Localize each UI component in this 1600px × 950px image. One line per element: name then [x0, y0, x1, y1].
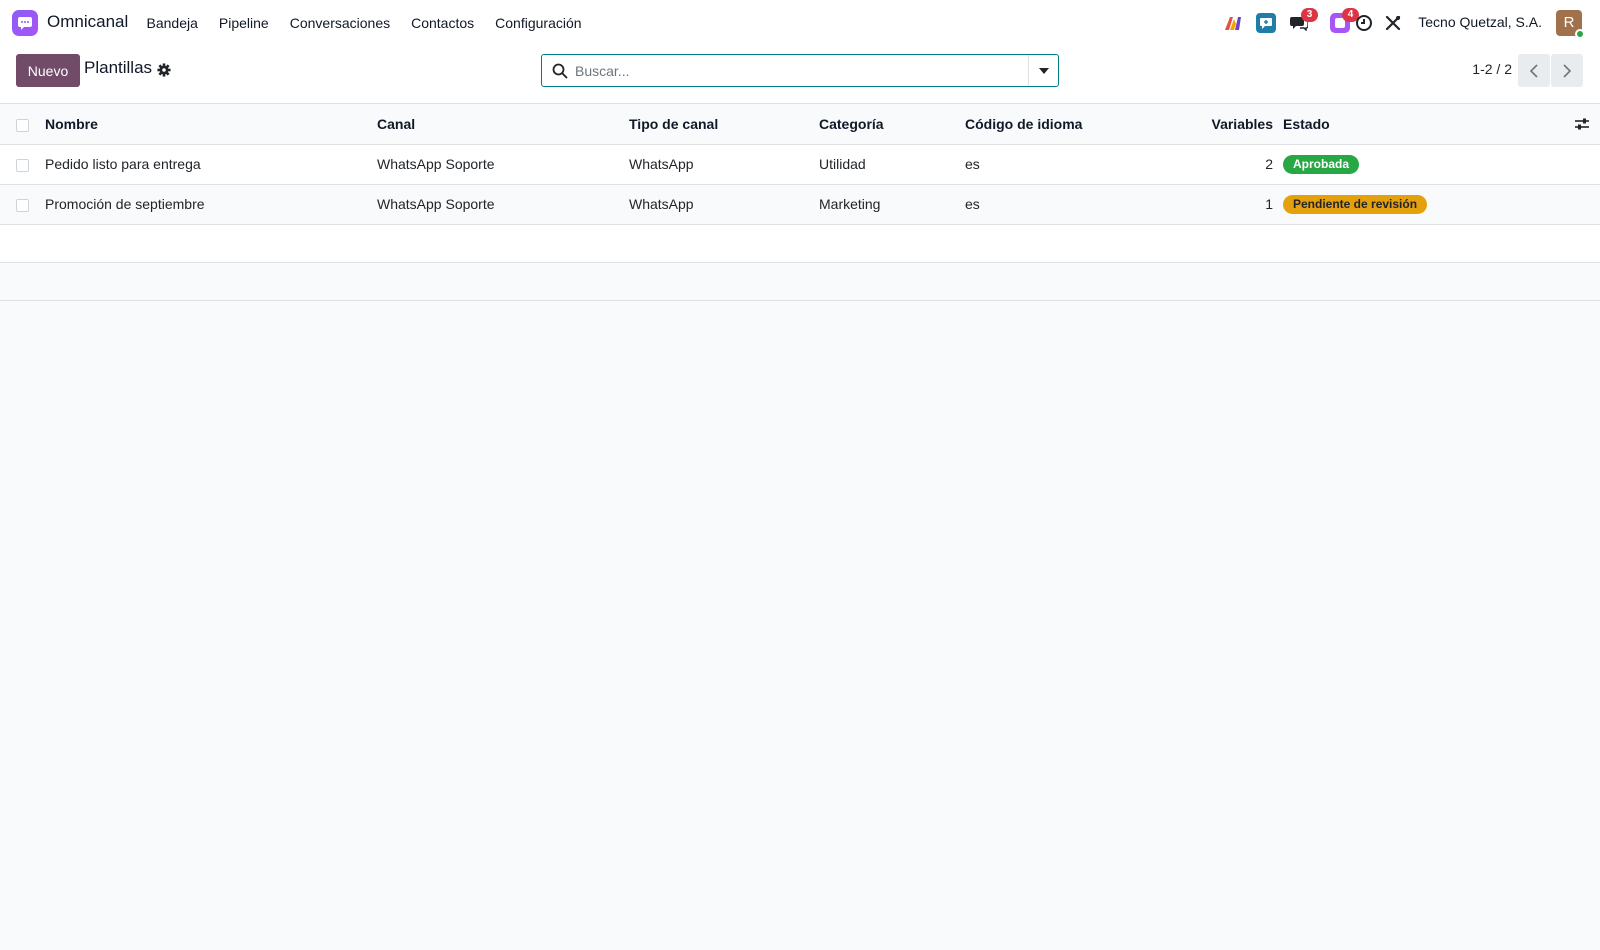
cell-categoria: Utilidad	[819, 144, 965, 185]
cell-nombre: Pedido listo para entrega	[45, 144, 377, 185]
ai-icon[interactable]	[1222, 12, 1244, 34]
activities-icon[interactable]: 4	[1329, 8, 1359, 34]
cell-estado: Aprobada	[1283, 144, 1600, 185]
pager-value[interactable]: 1-2 / 2	[1472, 61, 1512, 77]
table-header-row: Nombre Canal Tipo de canal Categoría Cód…	[0, 104, 1600, 145]
main-menu: Bandeja Pipeline Conversaciones Contacto…	[136, 0, 592, 46]
select-all-checkbox[interactable]	[16, 118, 29, 132]
clock-icon[interactable]	[1353, 12, 1375, 34]
menu-item-bandeja[interactable]: Bandeja	[136, 0, 208, 46]
gear-icon[interactable]	[157, 63, 171, 77]
templates-table: Nombre Canal Tipo de canal Categoría Cód…	[0, 104, 1600, 301]
app-name[interactable]: Omnicanal	[47, 12, 128, 32]
user-avatar[interactable]: R	[1556, 10, 1585, 39]
column-header-categoria[interactable]: Categoría	[819, 104, 965, 145]
search-icon	[552, 63, 568, 79]
caret-down-icon	[1038, 67, 1049, 74]
search-bar	[541, 54, 1059, 87]
table-row[interactable]: Pedido listo para entrega WhatsApp Sopor…	[0, 144, 1600, 185]
row-select-cell	[0, 184, 45, 225]
messages-icon[interactable]: 3	[1288, 8, 1318, 34]
column-header-estado[interactable]: Estado	[1283, 116, 1330, 132]
cell-codigo-idioma: es	[965, 184, 1137, 225]
pager-previous-button[interactable]	[1518, 54, 1550, 87]
column-header-variables[interactable]: Variables	[1137, 104, 1283, 145]
search-input[interactable]	[575, 60, 1015, 82]
pager-next-button[interactable]	[1551, 54, 1583, 87]
chevron-right-icon	[1563, 63, 1572, 78]
chevron-left-icon	[1529, 63, 1538, 78]
cell-tipo-canal: WhatsApp	[629, 144, 819, 185]
control-panel: Nuevo Plantillas 1-2 / 2	[0, 46, 1600, 104]
column-header-canal[interactable]: Canal	[377, 104, 629, 145]
company-switcher[interactable]: Tecno Quetzal, S.A.	[1418, 14, 1542, 30]
select-all-cell	[0, 104, 45, 145]
cell-tipo-canal: WhatsApp	[629, 184, 819, 225]
templates-list: Nombre Canal Tipo de canal Categoría Cód…	[0, 104, 1600, 301]
column-header-tipo-canal[interactable]: Tipo de canal	[629, 104, 819, 145]
systray: 3 4 Tecno Quetzal, S.A. R	[1200, 0, 1600, 46]
cell-nombre: Promoción de septiembre	[45, 184, 377, 225]
row-select-cell	[0, 144, 45, 185]
menu-item-configuracion[interactable]: Configuración	[485, 0, 592, 46]
column-header-estado-cell: Estado	[1283, 104, 1600, 145]
empty-row	[0, 262, 1600, 301]
column-header-codigo-idioma[interactable]: Código de idioma	[965, 104, 1137, 145]
search-options-toggle[interactable]	[1028, 55, 1058, 86]
top-navbar: Omnicanal Bandeja Pipeline Conversacione…	[0, 0, 1600, 46]
cell-categoria: Marketing	[819, 184, 965, 225]
page-title: Plantillas	[84, 58, 153, 77]
cell-estado: Pendiente de revisión	[1283, 184, 1600, 225]
menu-item-contactos[interactable]: Contactos	[401, 0, 485, 46]
empty-row	[0, 224, 1600, 263]
tools-icon[interactable]	[1382, 12, 1404, 34]
online-status-icon	[1575, 29, 1585, 39]
status-badge: Pendiente de revisión	[1283, 194, 1428, 214]
row-checkbox[interactable]	[16, 198, 29, 212]
new-button[interactable]: Nuevo	[16, 54, 80, 87]
cell-codigo-idioma: es	[965, 144, 1137, 185]
cell-variables: 1	[1137, 184, 1283, 225]
cell-variables: 2	[1137, 144, 1283, 185]
cell-canal: WhatsApp Soporte	[377, 184, 629, 225]
menu-item-pipeline[interactable]: Pipeline	[208, 0, 279, 46]
avatar-initial: R	[1563, 14, 1575, 31]
livechat-icon[interactable]	[1255, 12, 1277, 34]
row-checkbox[interactable]	[16, 158, 29, 172]
table-row[interactable]: Promoción de septiembre WhatsApp Soporte…	[0, 184, 1600, 225]
optional-columns-icon[interactable]	[1574, 116, 1590, 132]
cell-canal: WhatsApp Soporte	[377, 144, 629, 185]
app-logo-icon[interactable]	[12, 10, 38, 36]
menu-item-conversaciones[interactable]: Conversaciones	[279, 0, 400, 46]
column-header-nombre[interactable]: Nombre	[45, 104, 377, 145]
messages-badge: 3	[1301, 8, 1318, 22]
status-badge: Aprobada	[1283, 154, 1360, 174]
